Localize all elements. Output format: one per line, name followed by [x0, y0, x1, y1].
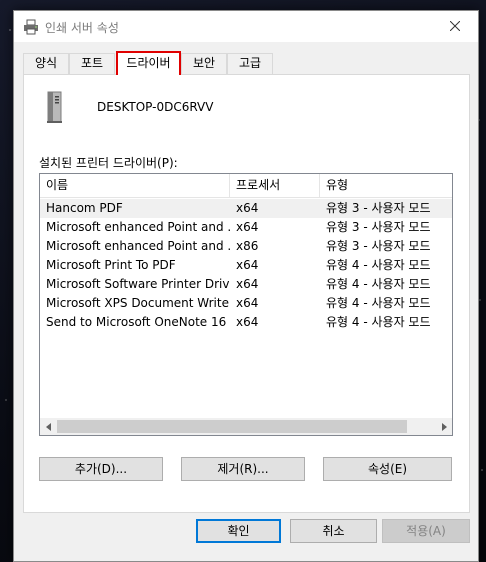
- driver-row[interactable]: Microsoft Print To PDF x64 유형 4 - 사용자 모드: [40, 256, 452, 275]
- driver-processor: x64: [236, 277, 259, 291]
- print-server-properties-dialog: 인쇄 서버 속성 양식 포트 드라이버 보안 고급 DESKTOP-0DC6RV…: [13, 10, 479, 562]
- tab-security[interactable]: 보안: [181, 53, 227, 74]
- column-header-processor[interactable]: 프로세서: [230, 174, 320, 198]
- scroll-right-icon[interactable]: [435, 418, 452, 435]
- remove-button[interactable]: 제거(R)...: [181, 457, 305, 481]
- window-title: 인쇄 서버 속성: [45, 21, 119, 35]
- driver-list-header: 이름 프로세서 유형: [40, 174, 452, 198]
- driver-name: Microsoft enhanced Point and ...: [46, 220, 230, 234]
- driver-type: 유형 4 - 사용자 모드: [326, 277, 431, 291]
- driver-list-rows: Hancom PDF x64 유형 3 - 사용자 모드 Microsoft e…: [40, 199, 452, 332]
- tab-advanced[interactable]: 고급: [227, 53, 273, 74]
- add-button[interactable]: 추가(D)...: [39, 457, 163, 481]
- server-tower-icon: [44, 90, 66, 124]
- ok-button[interactable]: 확인: [196, 519, 281, 543]
- driver-processor: x86: [236, 239, 259, 253]
- cancel-button[interactable]: 취소: [290, 519, 377, 543]
- tab-ports[interactable]: 포트: [69, 53, 115, 74]
- driver-row[interactable]: Microsoft XPS Document Write... x64 유형 4…: [40, 294, 452, 313]
- driver-processor: x64: [236, 220, 259, 234]
- driver-processor: x64: [236, 201, 259, 215]
- driver-name: Microsoft enhanced Point and ...: [46, 239, 230, 253]
- driver-row[interactable]: Microsoft enhanced Point and ... x64 유형 …: [40, 218, 452, 237]
- driver-name: Send to Microsoft OneNote 16 ...: [46, 315, 230, 329]
- driver-type: 유형 4 - 사용자 모드: [326, 315, 431, 329]
- title-bar[interactable]: 인쇄 서버 속성: [14, 11, 478, 42]
- server-name: DESKTOP-0DC6RVV: [97, 100, 214, 114]
- close-button[interactable]: [432, 11, 478, 42]
- properties-button[interactable]: 속성(E): [323, 457, 452, 481]
- driver-type: 유형 3 - 사용자 모드: [326, 220, 431, 234]
- driver-type: 유형 4 - 사용자 모드: [326, 258, 431, 272]
- scroll-left-icon[interactable]: [40, 418, 57, 435]
- driver-list[interactable]: 이름 프로세서 유형 Hancom PDF x64 유형 3 - 사용자 모드 …: [39, 173, 453, 436]
- driver-type: 유형 3 - 사용자 모드: [326, 201, 431, 215]
- column-header-name[interactable]: 이름: [40, 174, 230, 198]
- close-icon: [449, 20, 461, 34]
- column-header-type[interactable]: 유형: [320, 174, 452, 198]
- driver-name: Microsoft Print To PDF: [46, 258, 176, 272]
- driver-processor: x64: [236, 296, 259, 310]
- driver-type: 유형 3 - 사용자 모드: [326, 239, 431, 253]
- driver-row[interactable]: Microsoft Software Printer Driver x64 유형…: [40, 275, 452, 294]
- installed-drivers-label: 설치된 프린터 드라이버(P):: [39, 156, 178, 170]
- driver-name: Microsoft XPS Document Write...: [46, 296, 230, 310]
- driver-row[interactable]: Microsoft enhanced Point and ... x86 유형 …: [40, 237, 452, 256]
- drivers-tab-panel: DESKTOP-0DC6RVV 설치된 프린터 드라이버(P): 이름 프로세서…: [23, 74, 470, 513]
- driver-processor: x64: [236, 315, 259, 329]
- driver-row[interactable]: Send to Microsoft OneNote 16 ... x64 유형 …: [40, 313, 452, 332]
- apply-button[interactable]: 적용(A): [382, 519, 470, 543]
- printer-icon: [23, 19, 39, 35]
- driver-name: Hancom PDF: [46, 201, 123, 215]
- scrollbar-thumb[interactable]: [57, 420, 407, 433]
- horizontal-scrollbar[interactable]: [40, 418, 452, 435]
- driver-type: 유형 4 - 사용자 모드: [326, 296, 431, 310]
- driver-name: Microsoft Software Printer Driver: [46, 277, 230, 291]
- tab-drivers[interactable]: 드라이버: [116, 51, 181, 75]
- driver-row[interactable]: Hancom PDF x64 유형 3 - 사용자 모드: [40, 199, 452, 218]
- driver-processor: x64: [236, 258, 259, 272]
- tab-forms[interactable]: 양식: [23, 53, 69, 74]
